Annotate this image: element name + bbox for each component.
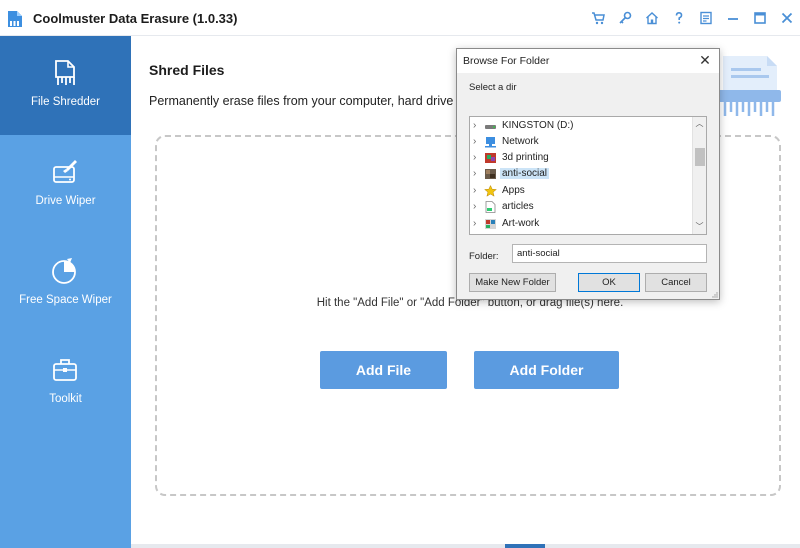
sidebar-item-free-space-wiper[interactable]: Free Space Wiper — [0, 234, 131, 333]
image-folder-icon — [485, 169, 496, 179]
tree-item-selected[interactable]: › anti-social — [470, 166, 692, 182]
tree-item[interactable]: › Art-work — [470, 216, 692, 232]
feedback-icon[interactable] — [693, 5, 719, 31]
tree-scrollbar[interactable]: ︿ ﹀ — [692, 117, 706, 234]
key-icon[interactable] — [612, 5, 638, 31]
ok-button[interactable]: OK — [578, 273, 640, 292]
folder-input[interactable] — [512, 244, 707, 263]
app-title: Coolmuster Data Erasure (1.0.33) — [33, 11, 238, 26]
sidebar-item-label: Toolkit — [49, 393, 82, 405]
chevron-right-icon[interactable]: › — [473, 218, 476, 229]
dialog-close-icon[interactable]: ✕ — [697, 52, 713, 68]
sidebar-item-drive-wiper[interactable]: Drive Wiper — [0, 135, 131, 234]
star-icon — [484, 185, 497, 197]
minimize-icon[interactable] — [720, 5, 746, 31]
image-folder-icon — [485, 219, 496, 229]
toolkit-icon — [53, 359, 77, 381]
document-icon — [485, 201, 496, 213]
sidebar-item-label: File Shredder — [30, 96, 101, 108]
page-title: Shred Files — [149, 62, 225, 78]
add-file-button[interactable]: Add File — [320, 351, 447, 389]
home-icon[interactable] — [639, 5, 665, 31]
chevron-right-icon[interactable]: › — [473, 152, 476, 163]
folder-tree[interactable]: › KINGSTON (D:) › Network › 3d printing … — [469, 116, 707, 235]
browse-folder-dialog: Browse For Folder ✕ Select a dir › KINGS… — [456, 48, 720, 300]
scroll-thumb[interactable] — [695, 148, 705, 166]
title-bar: Coolmuster Data Erasure (1.0.33) — [0, 0, 800, 36]
free-space-wiper-icon — [52, 258, 76, 284]
scroll-up-icon[interactable]: ︿ — [693, 117, 706, 131]
tree-item[interactable]: › Network — [470, 134, 692, 150]
drive-icon — [485, 125, 496, 129]
sidebar-item-file-shredder[interactable]: File Shredder — [0, 36, 131, 135]
close-icon[interactable] — [774, 5, 800, 31]
sidebar: File Shredder Drive Wiper Free Space Wip… — [0, 36, 131, 548]
cart-icon[interactable] — [585, 5, 611, 31]
image-folder-icon — [485, 153, 496, 163]
window-controls — [584, 0, 800, 36]
chevron-right-icon[interactable]: › — [473, 120, 476, 131]
tree-item[interactable]: › 3d printing — [470, 150, 692, 166]
dialog-title: Browse For Folder — [463, 55, 550, 67]
bottom-indicator — [505, 544, 545, 548]
chevron-right-icon[interactable]: › — [473, 201, 476, 212]
chevron-right-icon[interactable]: › — [473, 136, 476, 147]
scroll-down-icon[interactable]: ﹀ — [693, 220, 706, 234]
maximize-icon[interactable] — [747, 5, 773, 31]
file-shredder-icon — [55, 60, 75, 85]
sidebar-item-label: Free Space Wiper — [19, 294, 112, 306]
help-icon[interactable] — [666, 5, 692, 31]
tree-item[interactable]: › Apps — [470, 183, 692, 199]
folder-label: Folder: — [469, 251, 499, 262]
bottom-border — [131, 544, 800, 548]
sidebar-item-toolkit[interactable]: Toolkit — [0, 333, 131, 432]
tree-item[interactable]: › KINGSTON (D:) — [470, 118, 692, 134]
app-logo-icon — [8, 11, 22, 27]
cancel-button[interactable]: Cancel — [645, 273, 707, 292]
shredder-illustration-icon — [717, 56, 781, 116]
dialog-title-bar: Browse For Folder ✕ — [457, 49, 719, 73]
page-description: Permanently erase files from your comput… — [149, 94, 464, 108]
add-folder-button[interactable]: Add Folder — [474, 351, 619, 389]
sidebar-item-label: Drive Wiper — [35, 195, 96, 207]
network-icon — [485, 137, 496, 148]
resize-grip-icon[interactable] — [710, 290, 718, 298]
make-new-folder-button[interactable]: Make New Folder — [469, 273, 556, 292]
drive-wiper-icon — [53, 160, 77, 183]
tree-item[interactable]: › articles — [470, 199, 692, 215]
dialog-prompt: Select a dir — [469, 82, 517, 93]
chevron-right-icon[interactable]: › — [473, 185, 476, 196]
chevron-right-icon[interactable]: › — [473, 168, 476, 179]
